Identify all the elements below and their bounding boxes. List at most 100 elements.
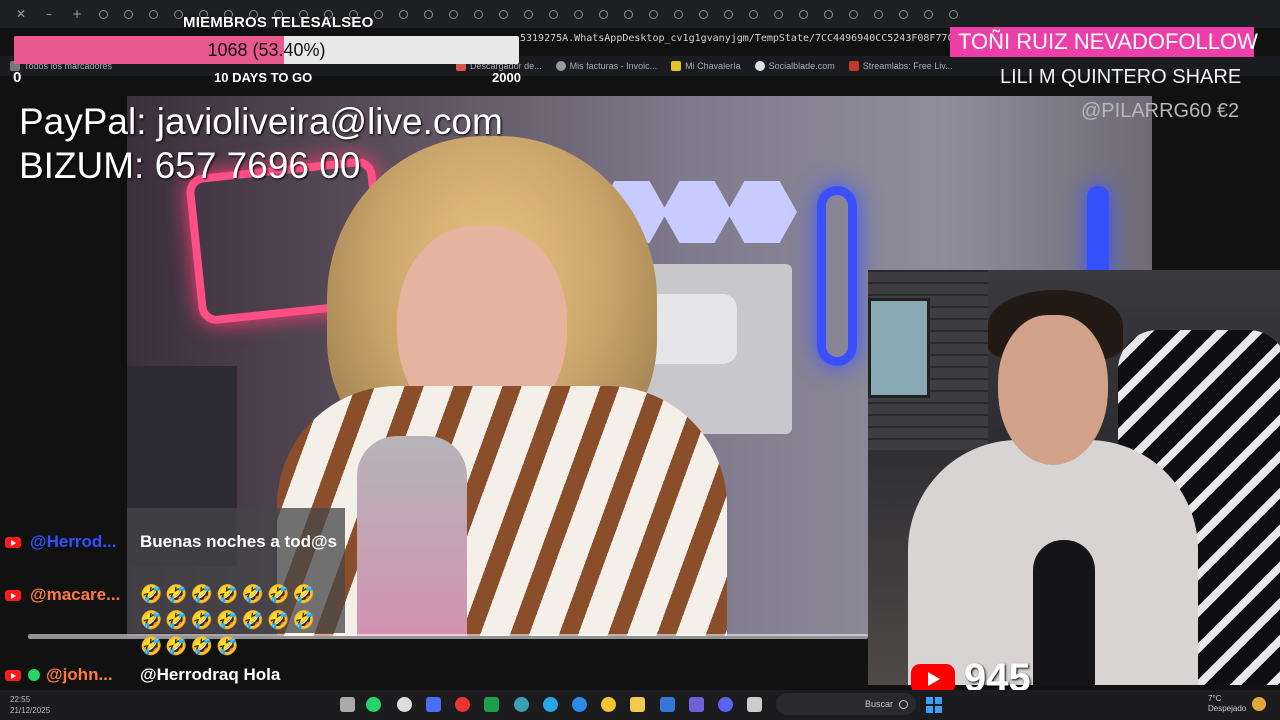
invoice-icon [555,61,566,72]
chat-message: @Herrod... [0,532,130,552]
tab-favicon[interactable] [949,9,958,19]
chat-username: @Herrod... [30,532,117,551]
tab-favicon[interactable] [124,9,133,19]
goal-progress-bar: 1068 (53.40%) [14,36,519,64]
window-minimize-icon[interactable]: – [38,7,60,21]
donation-info: PayPal: javioliveira@live.com BIZUM: 657… [19,100,503,188]
moon-icon [1252,697,1266,711]
tip-name: @PILARRG60 [1081,100,1212,122]
tab-favicon[interactable] [599,9,608,19]
tab-favicon[interactable] [874,9,883,19]
edge-icon[interactable] [572,697,587,712]
tab-favicon[interactable] [449,9,458,19]
hex-light-decor [727,181,797,243]
bookmark-icon [671,61,682,72]
chat-message: @macare... [0,585,130,605]
tab-favicon[interactable] [699,9,708,19]
tab-favicon[interactable] [774,9,783,19]
chat-username: @macare... [30,585,121,604]
goal-title: MIEMBROS TELESALSEO [183,14,374,31]
weather-widget[interactable]: 7°C Despejado [1208,694,1246,714]
teams-icon[interactable] [689,697,704,712]
whatsapp-icon[interactable] [366,697,381,712]
microphone [357,436,467,636]
search-icon [899,699,908,709]
new-tab-icon[interactable]: + [66,7,88,21]
taskbar-search[interactable]: Buscar [776,693,916,715]
paypal-text: PayPal: javioliveira@live.com [19,101,503,142]
host-microphone [1033,540,1095,685]
tab-favicon[interactable] [649,9,658,19]
weather-temp: 7°C [1208,694,1222,703]
share-label: SHARE [1172,66,1242,88]
tab-favicon[interactable] [799,9,808,19]
taskbar-clock[interactable]: 22:55 21/12/2025 [10,694,50,716]
chat-message-text: Buenas noches a tod@s [140,532,338,551]
chat-message: @john... [0,665,126,685]
bookmark-item[interactable]: Mi Chavalería [671,61,741,72]
tab-favicon[interactable] [99,9,108,19]
tab-favicon[interactable] [924,9,933,19]
windows-start-icon[interactable] [926,697,942,713]
goal-progress-text: 1068 (53.40%) [207,39,326,60]
address-bar[interactable]: 5319275A.WhatsAppDesktop_cv1g1gvanyjgm/T… [520,33,950,51]
bookmark-item[interactable]: Socialblade.com [754,61,835,72]
chat-username: @john... [46,665,113,684]
follow-name: TOÑI RUIZ NEVADO [958,29,1165,54]
host-face [998,315,1108,465]
tab-favicon[interactable] [674,9,683,19]
tab-favicon[interactable] [499,9,508,19]
follow-label: FOLLOW [1164,29,1258,54]
tab-favicon[interactable] [824,9,833,19]
tab-favicon[interactable] [899,9,908,19]
youtube-icon [5,589,21,601]
bookmark-item[interactable]: Mis facturas - Invoic... [555,61,657,72]
app-icon[interactable] [426,697,441,712]
share-alert: LILI M QUINTERO SHARE [1000,66,1241,89]
tab-favicon[interactable] [849,9,858,19]
window-close-icon[interactable]: ✕ [10,7,32,21]
goal-min-label: 0 [13,69,22,86]
goal-max-label: 2000 [492,70,521,85]
chat-message-text: 🤣🤣🤣🤣🤣🤣🤣🤣🤣🤣🤣🤣🤣🤣🤣🤣🤣🤣 [140,584,318,657]
telegram-icon[interactable] [543,697,558,712]
clock-date: 21/12/2025 [10,706,51,715]
discord-icon[interactable] [718,697,733,712]
obs-icon[interactable] [455,697,470,712]
bookmark-item[interactable]: Streamlabs: Free Liv... [848,61,953,72]
tab-favicon[interactable] [149,9,158,19]
mail-icon[interactable] [660,697,675,712]
hex-light-decor [662,181,732,243]
tab-favicon[interactable] [749,9,758,19]
clock-time: 22:55 [10,695,31,704]
tab-favicon[interactable] [474,9,483,19]
neon-letter-decor [817,186,857,366]
goal-days-left: 10 DAYS TO GO [214,70,313,85]
chrome-icon[interactable] [601,697,616,712]
tab-favicon[interactable] [724,9,733,19]
globe-icon[interactable] [514,697,529,712]
youtube-icon [5,536,21,548]
tab-favicon[interactable] [574,9,583,19]
stream-screen: ✕ – + 5319275A.WhatsAppDesktop_cv1g1gvan… [0,0,1280,720]
tab-favicon[interactable] [624,9,633,19]
tab-favicon[interactable] [174,9,183,19]
folder-icon[interactable] [630,697,645,712]
file-icon[interactable] [340,697,355,712]
tab-favicon[interactable] [424,9,433,19]
chrome-icon[interactable] [397,697,412,712]
tip-amount: €2 [1216,100,1240,122]
whatsapp-icon [28,669,40,681]
window-icon[interactable] [747,697,762,712]
bizum-text: BIZUM: 657 7696 00 [19,145,361,186]
host-webcam [868,270,1280,685]
tab-favicon[interactable] [549,9,558,19]
youtube-icon [5,669,21,681]
tab-favicon[interactable] [524,9,533,19]
excel-icon[interactable] [484,697,499,712]
tab-favicon[interactable] [374,9,383,19]
tv-screen-decor [868,298,930,398]
tab-favicon[interactable] [399,9,408,19]
follow-alert: TOÑI RUIZ NEVADO FOLLOW [950,27,1258,57]
tip-alert: @PILARRG60 €2 [1081,100,1239,123]
